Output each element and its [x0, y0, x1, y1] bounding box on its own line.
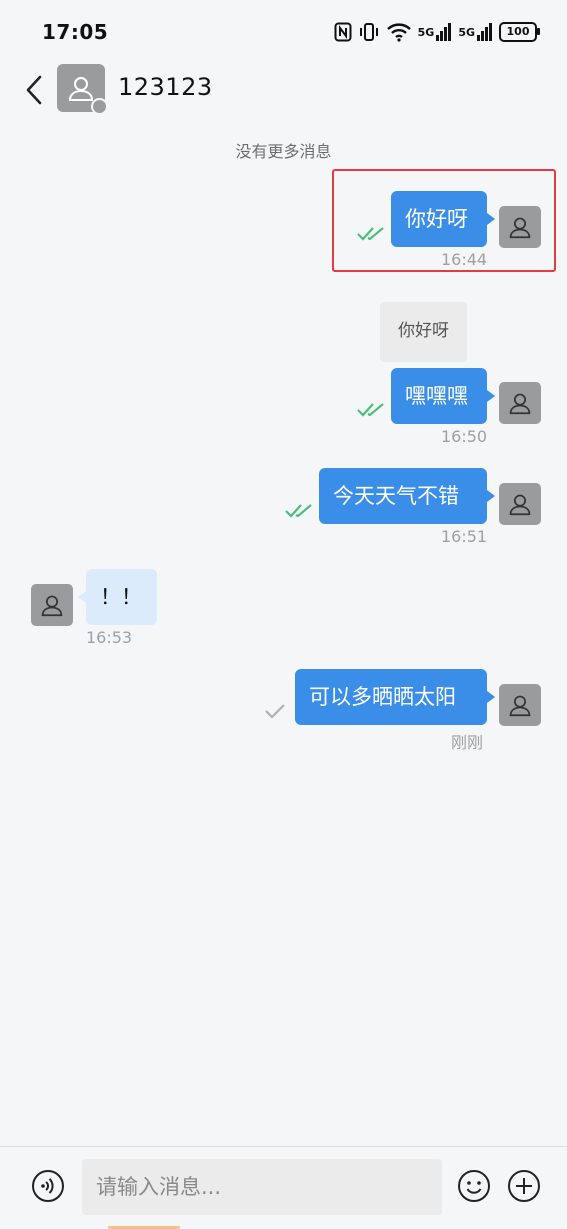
- network-type-1: 5G: [417, 25, 435, 39]
- my-avatar[interactable]: [499, 382, 541, 424]
- chat-title: 123123: [118, 73, 213, 101]
- message-bubble[interactable]: ！！: [78, 569, 157, 625]
- input-bar: [0, 1147, 567, 1229]
- status-icons: 5G 5G 100: [334, 18, 540, 46]
- message-input[interactable]: [82, 1159, 442, 1215]
- no-more-messages-label: 没有更多消息: [235, 142, 332, 161]
- my-avatar[interactable]: [499, 684, 541, 726]
- chat-header: 123123: [0, 60, 567, 118]
- message-bubble[interactable]: 你好呀: [391, 191, 495, 247]
- online-status-dot: [91, 98, 108, 115]
- signal-icon-2: 5G: [458, 23, 493, 41]
- emoji-button[interactable]: [457, 1169, 491, 1203]
- message-bubble[interactable]: 嘿嘿嘿: [391, 368, 495, 424]
- double-check-icon: [357, 227, 384, 241]
- chevron-left-icon: [26, 75, 42, 105]
- double-check-icon: [357, 403, 384, 417]
- check-icon: [265, 704, 285, 719]
- battery-indicator: 100: [499, 22, 540, 42]
- plus-icon: [508, 1170, 540, 1202]
- user-icon: [68, 77, 94, 101]
- double-check-icon: [285, 504, 312, 518]
- message-time: 16:53: [86, 628, 133, 647]
- user-icon: [509, 393, 531, 415]
- user-icon: [41, 595, 63, 617]
- my-avatar[interactable]: [499, 483, 541, 525]
- voice-icon: [32, 1170, 64, 1202]
- smiley-icon: [458, 1170, 490, 1202]
- network-type-2: 5G: [458, 25, 475, 39]
- voice-button[interactable]: [31, 1169, 65, 1203]
- message-bubble[interactable]: 今天天气不错: [319, 468, 495, 524]
- wifi-icon: [386, 22, 412, 42]
- message-time: 刚刚: [451, 733, 484, 752]
- nfc-icon: [334, 22, 352, 42]
- user-icon: [509, 494, 531, 516]
- vibrate-icon: [358, 22, 380, 42]
- contact-avatar[interactable]: [31, 584, 73, 626]
- my-avatar[interactable]: [499, 206, 541, 248]
- signal-icon-1: 5G: [418, 23, 453, 41]
- user-icon: [509, 695, 531, 717]
- status-bar: 17:05 5G 5G 100: [0, 0, 567, 60]
- message-time: 16:44: [441, 250, 488, 269]
- back-button[interactable]: [22, 72, 46, 108]
- quoted-message[interactable]: 你好呀: [380, 302, 467, 362]
- message-time: 16:51: [441, 527, 488, 546]
- more-button[interactable]: [507, 1169, 541, 1203]
- message-bubble[interactable]: 可以多晒晒太阳: [295, 669, 495, 725]
- message-time: 16:50: [441, 427, 488, 446]
- user-icon: [509, 217, 531, 239]
- status-time: 17:05: [42, 20, 109, 44]
